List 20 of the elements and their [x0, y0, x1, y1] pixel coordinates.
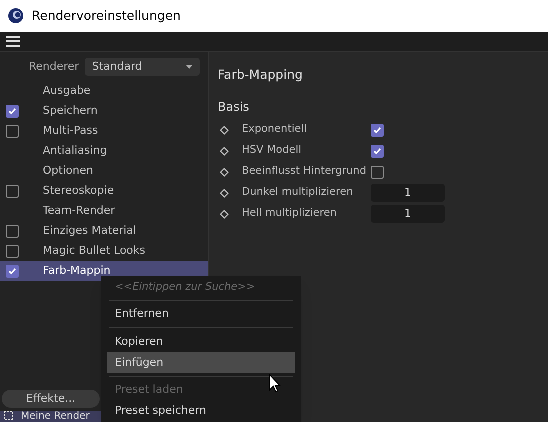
- sidebar-item-label: Speichern: [43, 102, 98, 119]
- sidebar-item-label: Stereoskopie: [43, 182, 114, 199]
- panel-title: Farb-Mapping: [218, 66, 304, 84]
- sidebar-item-label: Optionen: [43, 162, 94, 179]
- sidebar-item-label: Antialiasing: [43, 142, 108, 159]
- sidebar-item-label: Ausgabe: [43, 82, 91, 99]
- renderer-label: Renderer: [29, 58, 80, 75]
- param-label: Beeinflusst Hintergrund: [242, 164, 368, 180]
- sidebar-item-label: Farb-Mappin: [43, 262, 111, 279]
- param-label: Dunkel multiplizieren: [242, 185, 354, 200]
- param-label: Exponentiell: [242, 122, 308, 138]
- param-label: Hell multiplizieren: [242, 206, 338, 222]
- section-title: Basis: [218, 98, 250, 116]
- sidebar-item-label: Einziges Material: [43, 222, 136, 239]
- sidebar-item-label: Multi-Pass: [43, 122, 98, 139]
- param-label: HSV Modell: [242, 143, 303, 158]
- preset-label: Meine Render: [21, 411, 90, 422]
- window-title: Rendervoreinstellungen: [32, 6, 181, 25]
- sidebar-item-label: Magic Bullet Looks: [43, 242, 146, 259]
- sidebar-item-label: Team-Render: [43, 202, 116, 219]
